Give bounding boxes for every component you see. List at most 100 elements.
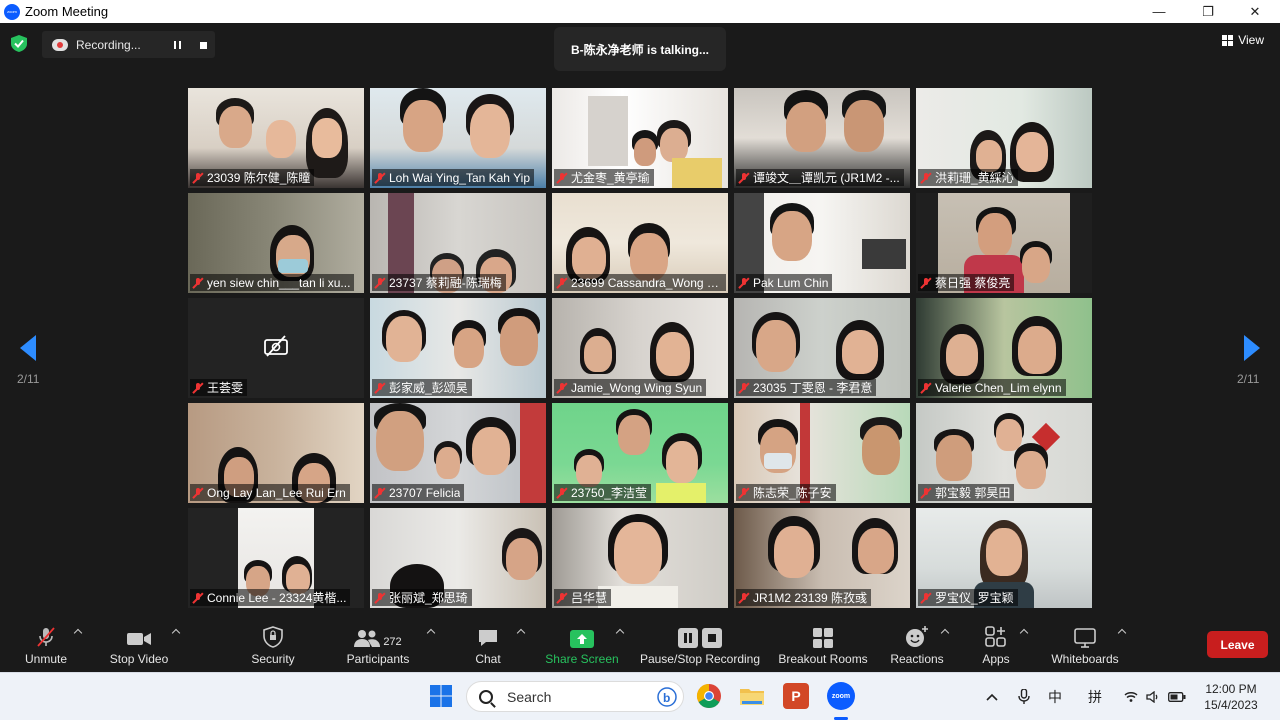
mic-muted-icon: [920, 277, 932, 289]
powerpoint-icon[interactable]: P: [783, 683, 809, 709]
pause-stop-recording-button[interactable]: Pause/Stop Recording: [638, 622, 762, 672]
prev-page-button[interactable]: 2/11: [12, 305, 62, 425]
video-tile[interactable]: 蔡日强 蔡俊亮: [916, 193, 1092, 293]
video-tile[interactable]: 23035 丁雯恩 - 李君意: [734, 298, 910, 398]
stop-video-button[interactable]: Stop Video: [104, 622, 174, 672]
close-button[interactable]: ✕: [1232, 0, 1278, 23]
video-tile[interactable]: JR1M2 23139 陈孜彧: [734, 508, 910, 608]
page-indicator-right: 2/11: [1237, 372, 1260, 386]
video-tile[interactable]: Valerie Chen_Lim elynn: [916, 298, 1092, 398]
video-tile[interactable]: 23737 蔡莉融-陈瑞梅: [370, 193, 546, 293]
video-tile[interactable]: 王荟雯: [188, 298, 364, 398]
video-tile[interactable]: 罗宝仪_罗宝颖: [916, 508, 1092, 608]
system-clock[interactable]: 12:00 PM 15/4/2023: [1198, 681, 1264, 713]
microphone-tray-button[interactable]: [1018, 673, 1030, 720]
video-tile[interactable]: 尤金枣_黄亭瑜: [552, 88, 728, 188]
video-tile[interactable]: Connie Lee - 23324黄楷...: [188, 508, 364, 608]
video-tile[interactable]: yen siew chin___tan li xu...: [188, 193, 364, 293]
pause-recording-button[interactable]: [169, 37, 185, 53]
leave-button[interactable]: Leave: [1207, 631, 1268, 658]
video-tile[interactable]: Loh Wai Ying_Tan Kah Yip: [370, 88, 546, 188]
participant-name: Connie Lee - 23324黄楷...: [207, 591, 347, 605]
reactions-button[interactable]: Reactions: [887, 622, 947, 672]
participant-name-tag: Pak Lum Chin: [736, 274, 833, 291]
video-tile[interactable]: Jamie_Wong Wing Syun: [552, 298, 728, 398]
apps-button[interactable]: Apps: [976, 622, 1016, 672]
video-tile[interactable]: Ong Lay Lan_Lee Rui Ern: [188, 403, 364, 503]
mic-muted-icon: [192, 382, 204, 394]
participant-name-tag: 谭竣文＿谭凯元 (JR1M2 -...: [736, 169, 904, 186]
mic-off-icon: [37, 627, 55, 647]
video-tile[interactable]: 郭宝毅 郭昊田: [916, 403, 1092, 503]
arrow-right-icon: [1244, 335, 1260, 361]
apps-icon: [985, 626, 1006, 647]
participant-name-tag: 23707 Felicia: [372, 484, 465, 501]
share-screen-button[interactable]: Share Screen: [544, 622, 620, 672]
apps-options-caret[interactable]: [1021, 630, 1027, 636]
stop-video-label: Stop Video: [109, 652, 169, 666]
bing-icon[interactable]: b: [657, 687, 677, 707]
mic-muted-icon: [920, 172, 932, 184]
video-tile[interactable]: 23707 Felicia: [370, 403, 546, 503]
audio-options-caret[interactable]: [75, 630, 81, 636]
recording-label: Recording...: [76, 37, 141, 52]
mic-muted-icon: [374, 172, 386, 184]
participant-name-tag: 陈志荣_陈子安: [736, 484, 836, 501]
video-tile[interactable]: 彭家威_彭颂昊: [370, 298, 546, 398]
participant-name-tag: 张丽斌_郑思琦: [372, 589, 472, 606]
participants-button[interactable]: 272 Participants: [340, 622, 416, 672]
mic-muted-icon: [192, 277, 204, 289]
chat-bubble-icon: [479, 630, 497, 646]
chat-options-caret[interactable]: [518, 630, 524, 636]
participant-name-tag: 23039 陈尔健_陈瞳: [190, 169, 315, 186]
view-button[interactable]: View: [1222, 33, 1264, 47]
breakout-rooms-icon: [813, 628, 833, 648]
video-tile[interactable]: 陈志荣_陈子安: [734, 403, 910, 503]
participant-name-tag: 23699 Cassandra_Wong J...: [554, 274, 726, 291]
video-tile[interactable]: Pak Lum Chin: [734, 193, 910, 293]
windows-start-icon[interactable]: [428, 683, 454, 709]
zoom-taskbar-icon[interactable]: zoom: [827, 682, 855, 710]
chrome-icon[interactable]: [696, 683, 722, 709]
quick-settings-button[interactable]: [1124, 673, 1186, 720]
video-tile[interactable]: 23039 陈尔健_陈瞳: [188, 88, 364, 188]
reactions-options-caret[interactable]: [942, 630, 948, 636]
file-explorer-icon[interactable]: [739, 683, 765, 709]
breakout-rooms-button[interactable]: Breakout Rooms: [776, 622, 870, 672]
video-tile[interactable]: 张丽斌_郑思琦: [370, 508, 546, 608]
whiteboards-button[interactable]: Whiteboards: [1046, 622, 1124, 672]
video-tile[interactable]: 23699 Cassandra_Wong J...: [552, 193, 728, 293]
video-tile[interactable]: 23750_李洁莹: [552, 403, 728, 503]
restore-button[interactable]: ❐: [1185, 0, 1231, 23]
video-tile[interactable]: 洪莉珊_黄綵沁: [916, 88, 1092, 188]
ime-language-button[interactable]: 中: [1048, 673, 1062, 720]
participant-name-tag: 彭家威_彭颂昊: [372, 379, 472, 396]
stop-icon: [199, 41, 207, 49]
whiteboards-options-caret[interactable]: [1119, 630, 1125, 636]
encryption-shield-icon[interactable]: [11, 35, 27, 52]
next-page-button[interactable]: 2/11: [1228, 305, 1278, 425]
video-options-caret[interactable]: [173, 630, 179, 636]
mic-muted-icon: [920, 382, 932, 394]
security-button[interactable]: Security: [244, 622, 302, 672]
unmute-button[interactable]: Unmute: [20, 622, 72, 672]
grid-view-icon: [1222, 34, 1234, 46]
tray-overflow-button[interactable]: [986, 673, 998, 720]
video-tile[interactable]: 吕华慧: [552, 508, 728, 608]
mic-muted-icon: [192, 172, 204, 184]
minimize-button[interactable]: —: [1136, 0, 1182, 23]
video-tile[interactable]: 谭竣文＿谭凯元 (JR1M2 -...: [734, 88, 910, 188]
security-label: Security: [251, 652, 295, 666]
stop-recording-icon: [702, 628, 722, 648]
page-indicator-left: 2/11: [17, 372, 40, 386]
stop-recording-button[interactable]: [195, 37, 211, 53]
participants-options-caret[interactable]: [428, 630, 434, 636]
share-options-caret[interactable]: [617, 630, 623, 636]
share-screen-icon: [570, 630, 594, 648]
taskbar-search[interactable]: Search b: [466, 681, 684, 712]
participant-name-tag: 罗宝仪_罗宝颖: [918, 589, 1018, 606]
chat-button[interactable]: Chat: [468, 622, 508, 672]
recording-control-label: Pause/Stop Recording: [639, 652, 761, 666]
ime-mode-button[interactable]: 拼: [1088, 673, 1102, 720]
view-label: View: [1238, 33, 1264, 47]
